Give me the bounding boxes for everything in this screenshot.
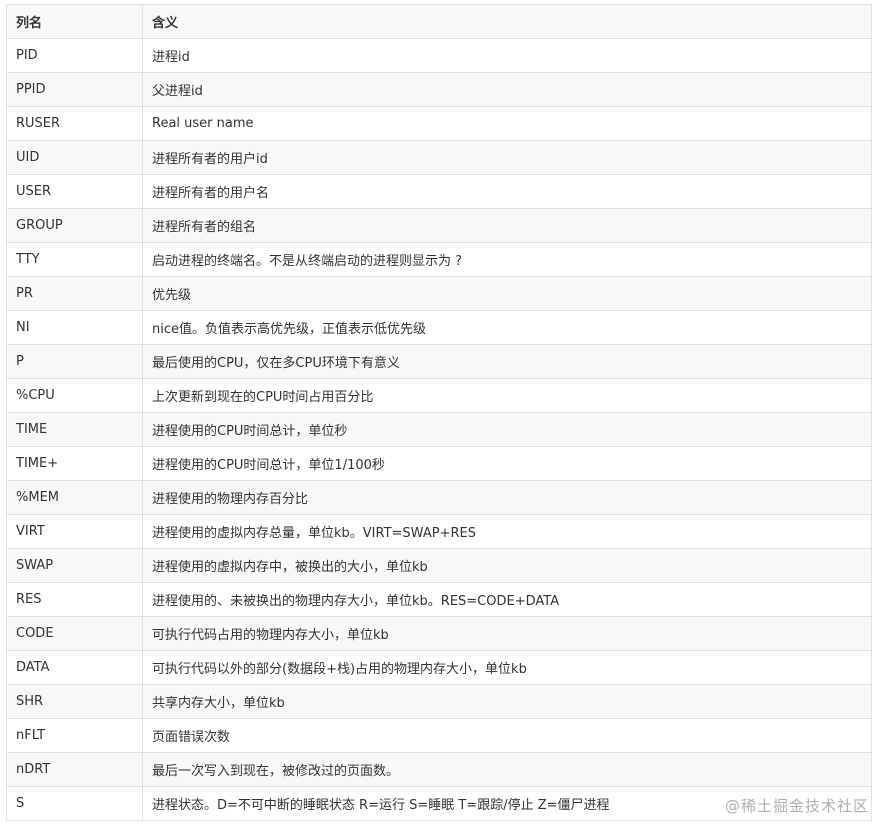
- table-header: 列名 含义: [6, 4, 872, 39]
- table-row: nDRT 最后一次写入到现在，被修改过的页面数。: [6, 752, 872, 787]
- cell-column-name: TTY: [6, 242, 143, 277]
- table-row: RUSER Real user name: [6, 106, 872, 141]
- cell-meaning: 启动进程的终端名。不是从终端启动的进程则显示为 ?: [142, 242, 872, 277]
- cell-meaning: 页面错误次数: [142, 718, 872, 753]
- cell-meaning: 进程使用的、未被换出的物理内存大小，单位kb。RES=CODE+DATA: [142, 582, 872, 617]
- header-row: 列名 含义: [6, 4, 872, 39]
- table-row: PPID 父进程id: [6, 72, 872, 107]
- cell-meaning: 进程使用的虚拟内存中，被换出的大小，单位kb: [142, 548, 872, 583]
- cell-meaning: 最后一次写入到现在，被修改过的页面数。: [142, 752, 872, 787]
- cell-column-name: nDRT: [6, 752, 143, 787]
- table-row: UID 进程所有者的用户id: [6, 140, 872, 175]
- cell-column-name: NI: [6, 310, 143, 345]
- cell-column-name: USER: [6, 174, 143, 209]
- cell-meaning: 进程使用的CPU时间总计，单位秒: [142, 412, 872, 447]
- table-row: nFLT 页面错误次数: [6, 718, 872, 753]
- cell-column-name: S: [6, 786, 143, 821]
- table-row: P 最后使用的CPU，仅在多CPU环境下有意义: [6, 344, 872, 379]
- cell-meaning: nice值。负值表示高优先级，正值表示低优先级: [142, 310, 872, 345]
- cell-meaning: 进程使用的物理内存百分比: [142, 480, 872, 515]
- cell-meaning: 父进程id: [142, 72, 872, 107]
- table-row: USER 进程所有者的用户名: [6, 174, 872, 209]
- cell-meaning: 进程id: [142, 38, 872, 73]
- cell-column-name: PR: [6, 276, 143, 311]
- cell-column-name: PPID: [6, 72, 143, 107]
- table-row: NI nice值。负值表示高优先级，正值表示低优先级: [6, 310, 872, 345]
- table-row: DATA 可执行代码以外的部分(数据段+栈)占用的物理内存大小，单位kb: [6, 650, 872, 685]
- table-row: TTY 启动进程的终端名。不是从终端启动的进程则显示为 ?: [6, 242, 872, 277]
- cell-meaning: 进程使用的虚拟内存总量，单位kb。VIRT=SWAP+RES: [142, 514, 872, 549]
- table-row: %MEM 进程使用的物理内存百分比: [6, 480, 872, 515]
- cell-meaning: 进程所有者的用户id: [142, 140, 872, 175]
- cell-meaning: 可执行代码占用的物理内存大小，单位kb: [142, 616, 872, 651]
- cell-meaning: 可执行代码以外的部分(数据段+栈)占用的物理内存大小，单位kb: [142, 650, 872, 685]
- table-row: SWAP 进程使用的虚拟内存中，被换出的大小，单位kb: [6, 548, 872, 583]
- table-container: 列名 含义 PID 进程id PPID 父进程id RUSER Real user nam…: [6, 4, 872, 821]
- table-row: SHR 共享内存大小，单位kb: [6, 684, 872, 719]
- cell-meaning: 优先级: [142, 276, 872, 311]
- table-row: RES 进程使用的、未被换出的物理内存大小，单位kb。RES=CODE+DATA: [6, 582, 872, 617]
- watermark: @稀土掘金技术社区: [724, 797, 869, 815]
- table-row: TIME 进程使用的CPU时间总计，单位秒: [6, 412, 872, 447]
- cell-column-name: CODE: [6, 616, 143, 651]
- cell-column-name: PID: [6, 38, 143, 73]
- cell-meaning: 进程所有者的组名: [142, 208, 872, 243]
- cell-meaning: Real user name: [142, 106, 872, 141]
- cell-meaning: 最后使用的CPU，仅在多CPU环境下有意义: [142, 344, 872, 379]
- table-row: GROUP 进程所有者的组名: [6, 208, 872, 243]
- cell-meaning: 上次更新到现在的CPU时间占用百分比: [142, 378, 872, 413]
- table-row: PID 进程id: [6, 38, 872, 73]
- header-column-name: 列名: [6, 4, 143, 39]
- cell-column-name: VIRT: [6, 514, 143, 549]
- cell-meaning: 进程使用的CPU时间总计，单位1/100秒: [142, 446, 872, 481]
- cell-meaning: 进程所有者的用户名: [142, 174, 872, 209]
- cell-column-name: GROUP: [6, 208, 143, 243]
- cell-column-name: SWAP: [6, 548, 143, 583]
- process-fields-table: 列名 含义 PID 进程id PPID 父进程id RUSER Real user nam…: [6, 4, 872, 821]
- cell-column-name: %MEM: [6, 480, 143, 515]
- cell-column-name: nFLT: [6, 718, 143, 753]
- cell-column-name: P: [6, 344, 143, 379]
- cell-column-name: %CPU: [6, 378, 143, 413]
- table-row: %CPU 上次更新到现在的CPU时间占用百分比: [6, 378, 872, 413]
- header-meaning: 含义: [142, 4, 872, 39]
- cell-column-name: RUSER: [6, 106, 143, 141]
- cell-column-name: TIME: [6, 412, 143, 447]
- cell-column-name: RES: [6, 582, 143, 617]
- table-row: TIME+ 进程使用的CPU时间总计，单位1/100秒: [6, 446, 872, 481]
- table-row: VIRT 进程使用的虚拟内存总量，单位kb。VIRT=SWAP+RES: [6, 514, 872, 549]
- table-row: CODE 可执行代码占用的物理内存大小，单位kb: [6, 616, 872, 651]
- cell-column-name: UID: [6, 140, 143, 175]
- cell-column-name: DATA: [6, 650, 143, 685]
- table-row: PR 优先级: [6, 276, 872, 311]
- cell-column-name: TIME+: [6, 446, 143, 481]
- cell-column-name: SHR: [6, 684, 143, 719]
- cell-meaning: 共享内存大小，单位kb: [142, 684, 872, 719]
- table-body: PID 进程id PPID 父进程id RUSER Real user name UID 进程…: [6, 38, 872, 821]
